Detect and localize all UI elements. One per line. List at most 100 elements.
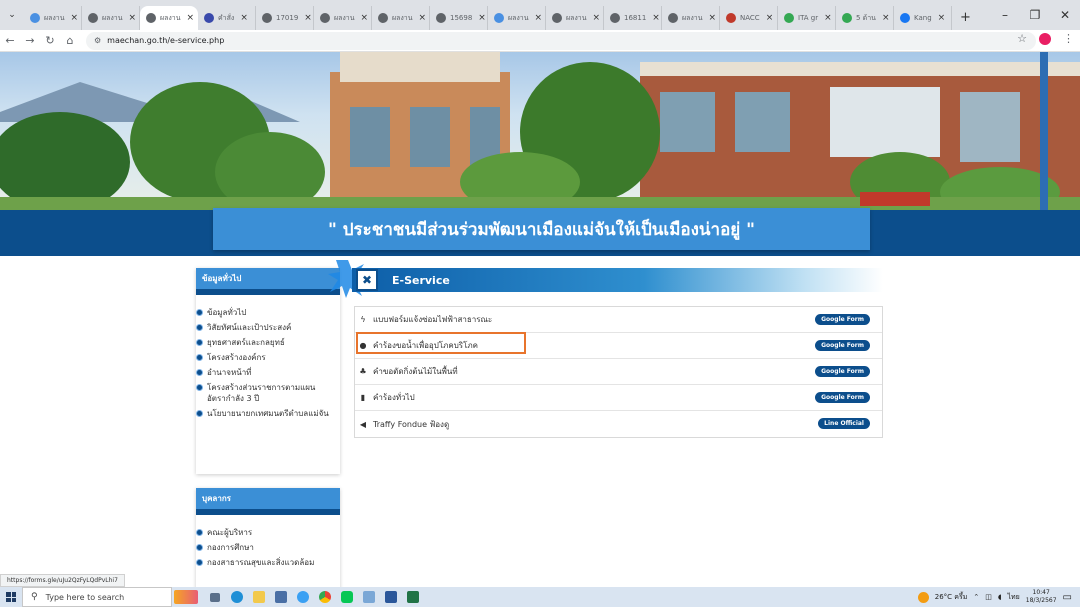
tab-close-icon[interactable]: × bbox=[361, 13, 369, 23]
tab-close-icon[interactable]: × bbox=[824, 13, 832, 23]
tab-close-icon[interactable]: × bbox=[938, 13, 946, 23]
browser-tab-strip: ⌄ ผลงาน × ผลงาน × ผลงาน × คำสั่ง × 17019 × ผลงาน × ผ… bbox=[0, 0, 1080, 30]
browser-tab[interactable]: ผลงาน × bbox=[488, 6, 546, 30]
weather-text[interactable]: 26°C ครึ้ม bbox=[935, 592, 968, 603]
eservice-item[interactable]: ϟ แบบฟอร์มแจ้งซ่อมไฟฟ้าสาธารณะ Google Form bbox=[355, 307, 882, 333]
profile-avatar[interactable] bbox=[1039, 32, 1051, 45]
tab-label: ผลงาน bbox=[160, 13, 181, 22]
tab-list: ผลงาน × ผลงาน × ผลงาน × คำสั่ง × 17019 × ผลงาน × ผลง… bbox=[24, 0, 952, 30]
browser-menu-icon[interactable]: ⋮ bbox=[1063, 32, 1074, 45]
site-info-icon[interactable]: ⚙ bbox=[94, 36, 101, 45]
browser-tab[interactable]: ผลงาน × bbox=[24, 6, 82, 30]
browser-tab[interactable]: Kang × bbox=[894, 6, 952, 30]
sidebar-link-label: กองสาธารณสุขและสิ่งแวดล้อม bbox=[207, 558, 315, 567]
sidebar-link[interactable]: คณะผู้บริหาร bbox=[196, 527, 334, 538]
browser-tab[interactable]: ITA gr × bbox=[778, 6, 836, 30]
eservice-badge[interactable]: Google Form bbox=[815, 340, 870, 351]
remote-desktop-icon[interactable] bbox=[358, 587, 380, 607]
address-bar[interactable]: ⚙ maechan.go.th/e-service.php bbox=[86, 31, 1036, 50]
taskbar-search-box[interactable]: ⚲ Type here to search bbox=[22, 587, 172, 607]
forward-icon[interactable]: → bbox=[20, 34, 40, 47]
tab-close-icon[interactable]: × bbox=[240, 13, 248, 23]
eservice-item[interactable]: ▮ คำร้องทั่วไป Google Form bbox=[355, 385, 882, 411]
tab-label: 17019 bbox=[276, 14, 299, 22]
browser-tab[interactable]: คำสั่ง × bbox=[198, 6, 256, 30]
minimize-icon[interactable]: – bbox=[990, 8, 1020, 22]
line-icon[interactable] bbox=[336, 587, 358, 607]
sidebar-link[interactable]: ข้อมูลทั่วไป bbox=[196, 307, 334, 318]
tray-chevron-icon[interactable]: ⌃ bbox=[973, 593, 979, 601]
restore-icon[interactable]: ❐ bbox=[1020, 8, 1050, 22]
tab-search-icon[interactable]: ⌄ bbox=[0, 0, 24, 30]
chrome-icon[interactable] bbox=[314, 587, 336, 607]
sidebar-link[interactable]: โครงสร้างส่วนราชการตามแผนอัตรากำลัง 3 ปี bbox=[196, 382, 334, 404]
store-icon[interactable] bbox=[270, 587, 292, 607]
home-icon[interactable]: ⌂ bbox=[60, 34, 80, 47]
browser-tab[interactable]: ผลงาน × bbox=[372, 6, 430, 30]
browser-tab[interactable]: ผลงาน × bbox=[140, 6, 198, 30]
tab-close-icon[interactable]: × bbox=[882, 13, 890, 23]
sidebar-link[interactable]: กองสาธารณสุขและสิ่งแวดล้อม bbox=[196, 557, 334, 568]
tab-close-icon[interactable]: × bbox=[478, 13, 486, 23]
file-explorer-icon[interactable] bbox=[248, 587, 270, 607]
browser-toolbar: ← → ↻ ⌂ ⚙ maechan.go.th/e-service.php ☆ … bbox=[0, 30, 1080, 52]
tab-close-icon[interactable]: × bbox=[71, 13, 79, 23]
edge-icon[interactable] bbox=[226, 587, 248, 607]
new-tab-button[interactable]: + bbox=[952, 10, 979, 25]
excel-icon[interactable] bbox=[402, 587, 424, 607]
sidebar-link[interactable]: โครงสร้างองค์กร bbox=[196, 352, 334, 363]
eservice-badge[interactable]: Google Form bbox=[815, 366, 870, 377]
browser-tab[interactable]: 5 ด้าน × bbox=[836, 6, 894, 30]
notification-icon[interactable]: ▭ bbox=[1063, 592, 1072, 603]
tab-close-icon[interactable]: × bbox=[652, 13, 660, 23]
tab-close-icon[interactable]: × bbox=[187, 13, 195, 23]
tab-label: ผลงาน bbox=[566, 13, 587, 22]
eservice-item[interactable]: ◀ Traffy Fondue ฟ้องดู Line Official bbox=[355, 411, 882, 437]
network-icon[interactable]: ◫ bbox=[985, 593, 992, 601]
eservice-badge[interactable]: Google Form bbox=[815, 392, 870, 403]
browser-tab[interactable]: 16811 × bbox=[604, 6, 662, 30]
eservice-badge[interactable]: Google Form bbox=[815, 314, 870, 325]
sidebar-link[interactable]: ยุทธศาสตร์และกลยุทธ์ bbox=[196, 337, 334, 348]
browser-tab[interactable]: 15698 × bbox=[430, 6, 488, 30]
bullet-icon bbox=[196, 309, 203, 316]
tab-label: คำสั่ง bbox=[218, 13, 235, 22]
sidebar-link-label: วิสัยทัศน์และเป้าประสงค์ bbox=[207, 323, 292, 332]
browser-tab[interactable]: ผลงาน × bbox=[314, 6, 372, 30]
tab-close-icon[interactable]: × bbox=[304, 13, 312, 23]
word-icon[interactable] bbox=[380, 587, 402, 607]
tab-close-icon[interactable]: × bbox=[766, 13, 774, 23]
eservice-badge[interactable]: Line Official bbox=[818, 418, 870, 429]
tab-close-icon[interactable]: × bbox=[419, 13, 427, 23]
teams-icon[interactable] bbox=[292, 587, 314, 607]
eservice-item[interactable]: ♣ คำขอตัดกิ่งต้นไม้ในพื้นที่ Google Form bbox=[355, 359, 882, 385]
sidebar-link[interactable]: นโยบายนายกเทศมนตรีตำบลแม่จัน bbox=[196, 408, 334, 419]
browser-tab[interactable]: ผลงาน × bbox=[662, 6, 720, 30]
sidebar-link[interactable]: วิสัยทัศน์และเป้าประสงค์ bbox=[196, 322, 334, 333]
close-window-icon[interactable]: ✕ bbox=[1050, 8, 1080, 22]
bookmark-star-icon[interactable]: ☆ bbox=[1017, 32, 1027, 45]
water-drop-icon: ● bbox=[359, 341, 367, 350]
eservice-item[interactable]: ● คำร้องขอน้ำเพื่ออุปโภคบริโภค Google Form bbox=[355, 333, 882, 359]
tab-close-icon[interactable]: × bbox=[129, 13, 137, 23]
input-language[interactable]: ไทย bbox=[1008, 592, 1020, 603]
browser-tab[interactable]: NACC × bbox=[720, 6, 778, 30]
tab-close-icon[interactable]: × bbox=[535, 13, 543, 23]
bullet-icon bbox=[196, 339, 203, 346]
back-icon[interactable]: ← bbox=[0, 34, 20, 47]
tab-close-icon[interactable]: × bbox=[709, 13, 717, 23]
windows-logo-icon bbox=[6, 592, 16, 602]
volume-icon[interactable]: ◖ bbox=[998, 593, 1002, 601]
browser-tab[interactable]: 17019 × bbox=[256, 6, 314, 30]
tab-close-icon[interactable]: × bbox=[593, 13, 601, 23]
sidebar-link[interactable]: กองการศึกษา bbox=[196, 542, 334, 553]
sidebar-link[interactable]: อำนาจหน้าที่ bbox=[196, 367, 334, 378]
clock[interactable]: 10:47 18/3/2567 bbox=[1026, 589, 1057, 605]
tab-label: 16811 bbox=[624, 14, 647, 22]
start-button[interactable] bbox=[0, 587, 22, 607]
browser-tab[interactable]: ผลงาน × bbox=[546, 6, 604, 30]
reload-icon[interactable]: ↻ bbox=[40, 34, 60, 47]
task-view-icon[interactable] bbox=[204, 587, 226, 607]
browser-tab[interactable]: ผลงาน × bbox=[82, 6, 140, 30]
window-controls: – ❐ ✕ bbox=[990, 0, 1080, 30]
